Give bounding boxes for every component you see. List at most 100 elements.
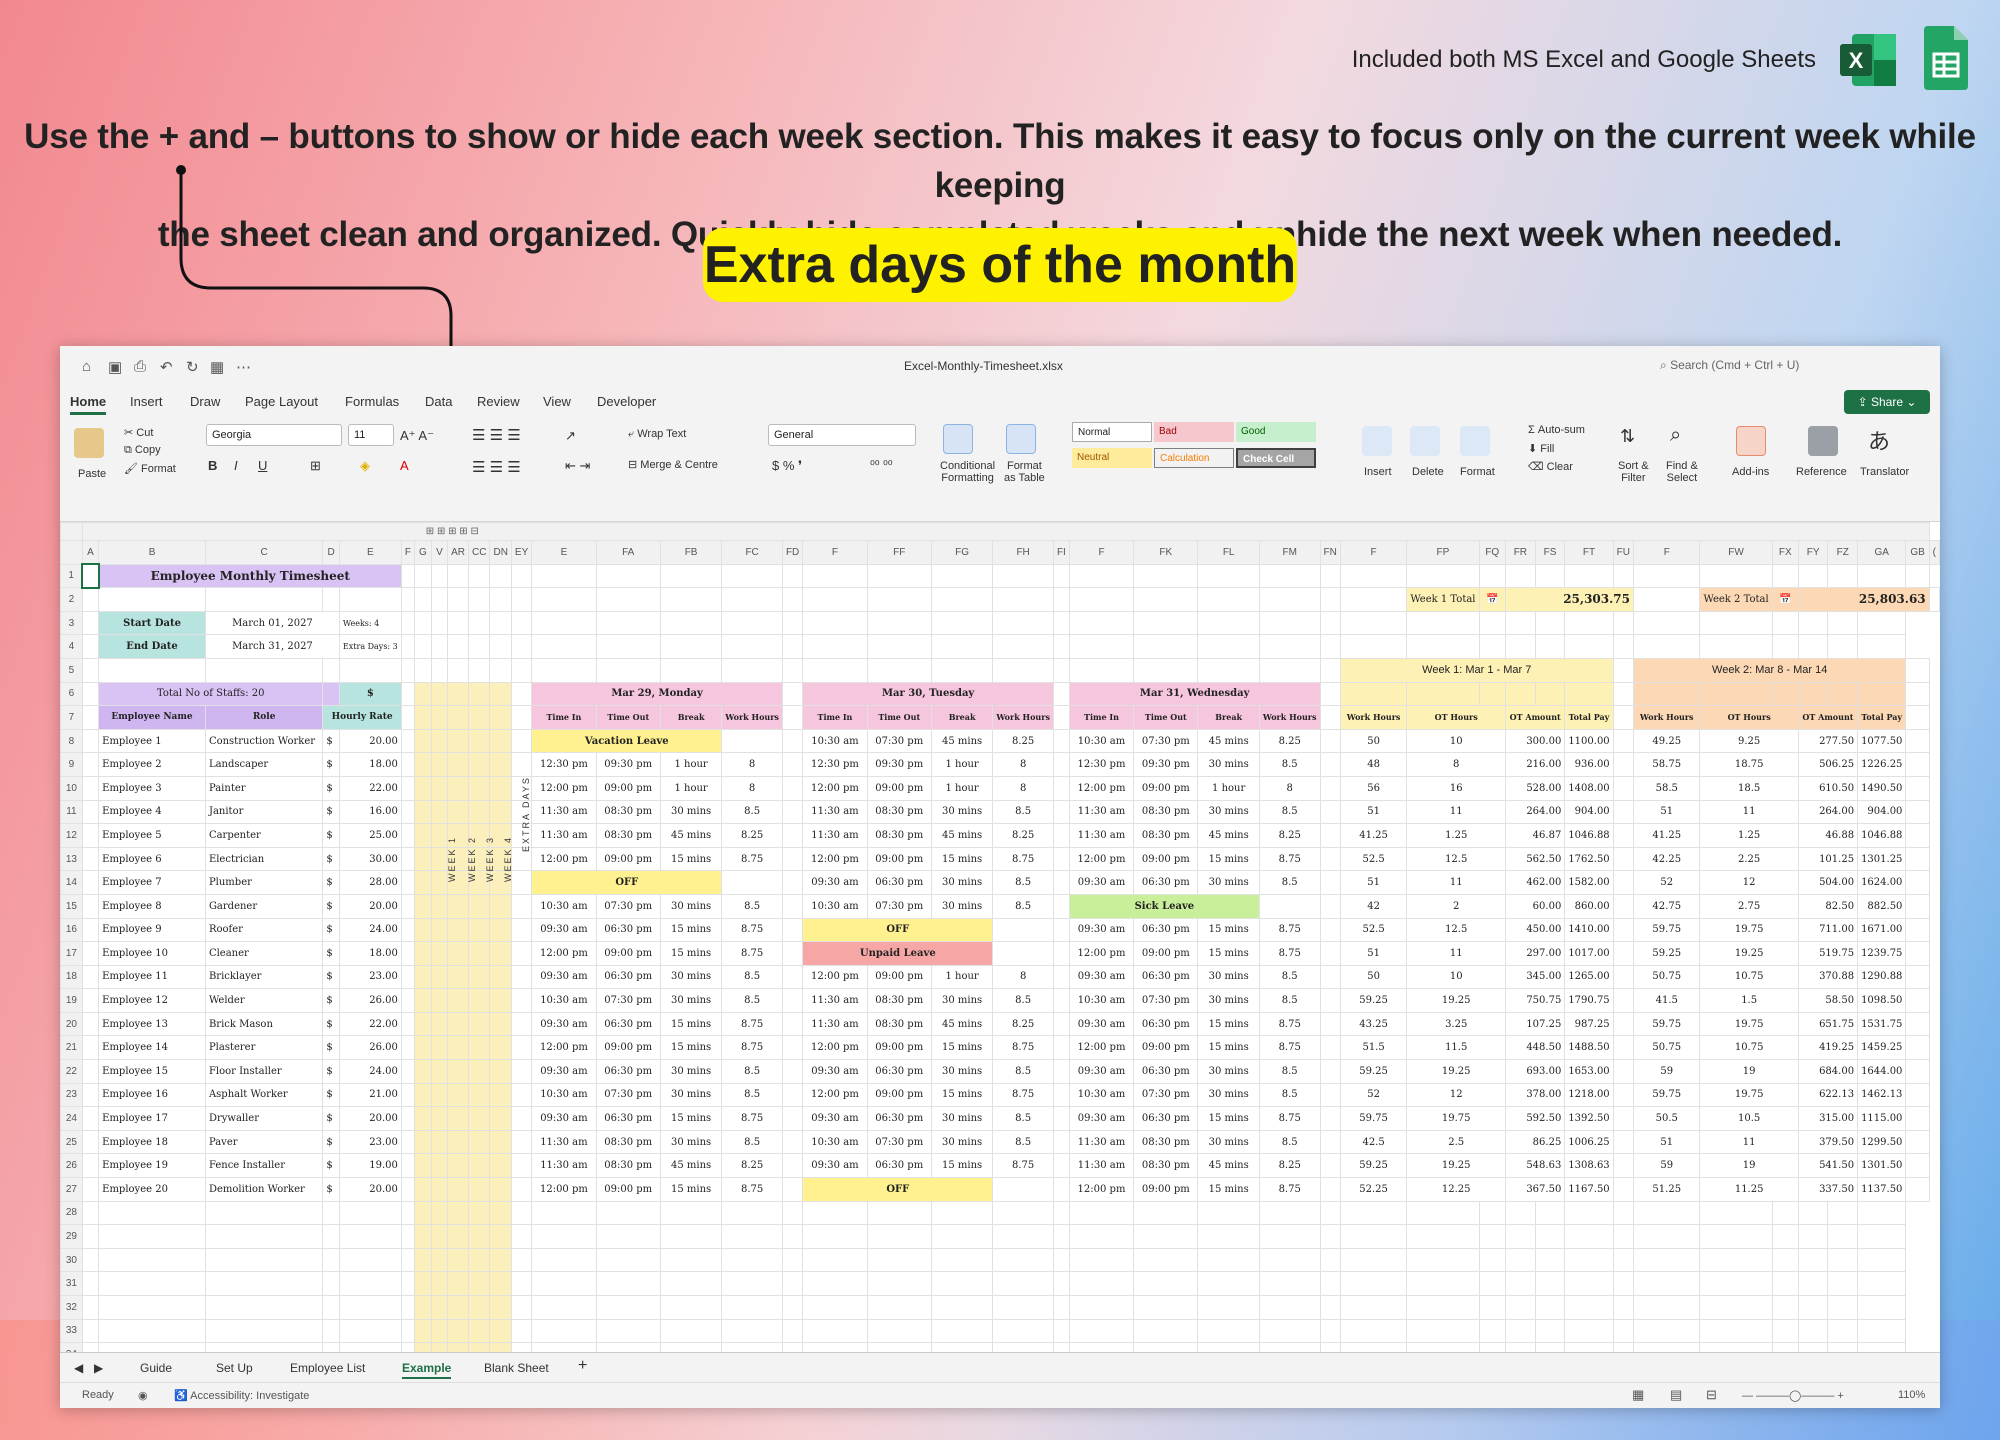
week-group-band[interactable] — [489, 917, 512, 943]
cell[interactable] — [489, 657, 512, 683]
cell[interactable] — [930, 1342, 994, 1352]
cell[interactable] — [802, 1247, 868, 1273]
employee-name[interactable]: Employee 11 — [98, 964, 206, 990]
cell[interactable] — [1699, 563, 1773, 589]
week-group-band[interactable] — [447, 752, 470, 777]
week-group-band[interactable] — [489, 1011, 512, 1037]
cell[interactable] — [1068, 1295, 1135, 1320]
day-time-cell[interactable]: 8.75 — [721, 941, 783, 966]
cell[interactable] — [1406, 1247, 1480, 1273]
number-format-select[interactable]: General — [768, 424, 916, 446]
cell[interactable] — [510, 1153, 533, 1179]
day-time-cell[interactable]: 08:30 pm — [595, 823, 661, 848]
cell[interactable] — [1699, 634, 1773, 659]
cell[interactable] — [510, 1318, 533, 1344]
employee-role[interactable]: Landscaper — [204, 752, 324, 777]
ot-amount[interactable]: 60.00 — [1505, 893, 1566, 919]
total-pay[interactable]: 1115.00 — [1857, 1106, 1907, 1131]
employee-role[interactable]: Plumber — [204, 870, 324, 895]
cell[interactable] — [1905, 1035, 1930, 1061]
cell[interactable] — [866, 610, 932, 636]
cell[interactable] — [1478, 1247, 1507, 1273]
currency[interactable]: $ — [322, 917, 340, 943]
cell[interactable] — [447, 1247, 470, 1273]
ot-amount[interactable]: 379.50 — [1797, 1129, 1859, 1155]
day-time-cell[interactable]: 12:00 pm — [1068, 775, 1135, 801]
sheet-tab-guide[interactable]: Guide — [140, 1361, 172, 1375]
cell[interactable] — [1905, 988, 1930, 1013]
tab-insert[interactable]: Insert — [130, 394, 163, 409]
summary-col-header[interactable]: OT Hours — [1699, 705, 1799, 730]
employee-role[interactable]: Painter — [204, 775, 324, 801]
hourly-rate[interactable]: 18.00 — [338, 752, 402, 777]
cell[interactable] — [1827, 1200, 1859, 1226]
cell[interactable] — [204, 657, 324, 683]
cell[interactable] — [930, 657, 994, 683]
ot-amount[interactable]: 541.50 — [1797, 1153, 1859, 1179]
week-group-band[interactable] — [413, 823, 432, 848]
cell[interactable] — [721, 610, 783, 636]
total-staff[interactable]: Total No of Staffs: 20 — [98, 681, 324, 707]
cell[interactable] — [1133, 1318, 1199, 1344]
cell[interactable] — [489, 634, 512, 659]
day-time-cell[interactable]: 09:00 pm — [866, 1082, 932, 1108]
cell[interactable] — [1052, 752, 1070, 777]
column-header[interactable]: FB — [659, 540, 723, 565]
hourly-rate[interactable]: 26.00 — [338, 988, 402, 1013]
share-button[interactable]: ⇪ Share ⌄ — [1844, 390, 1930, 414]
day-time-cell[interactable]: 06:30 pm — [1133, 1011, 1199, 1037]
cell[interactable] — [1564, 1271, 1614, 1296]
cell[interactable] — [1827, 634, 1859, 659]
cell[interactable] — [81, 1342, 100, 1352]
column-header[interactable]: FR — [1505, 540, 1536, 565]
cell[interactable] — [1478, 1295, 1507, 1320]
cell[interactable] — [468, 610, 491, 636]
cell[interactable] — [1319, 1129, 1341, 1155]
employee-name[interactable]: Employee 2 — [98, 752, 206, 777]
work-hours[interactable]: 41.25 — [1339, 823, 1408, 848]
cell[interactable] — [430, 705, 449, 730]
cell[interactable] — [1068, 1224, 1135, 1249]
day-time-cell[interactable]: 10:30 am — [802, 893, 868, 919]
cell[interactable] — [322, 1247, 340, 1273]
cell[interactable] — [1319, 1082, 1341, 1108]
column-header[interactable]: CC — [468, 540, 491, 565]
day-time-cell[interactable]: 8.5 — [1258, 870, 1321, 895]
day-time-cell[interactable]: 8.25 — [721, 823, 783, 848]
summary-col-header[interactable]: Work Hours — [1339, 705, 1408, 730]
total-pay[interactable]: 882.50 — [1857, 893, 1907, 919]
cell[interactable] — [1197, 1224, 1260, 1249]
cell[interactable] — [1052, 870, 1070, 895]
cell[interactable]: 27 — [60, 1177, 83, 1202]
reference-label[interactable]: Reference — [1796, 466, 1847, 478]
ot-hours[interactable]: 19.75 — [1699, 1082, 1799, 1108]
macro-record-icon[interactable]: ◉ — [138, 1389, 148, 1402]
cell[interactable] — [1052, 1106, 1070, 1131]
cell[interactable] — [1319, 1153, 1341, 1179]
cell[interactable] — [322, 681, 340, 707]
cell[interactable] — [1478, 610, 1507, 636]
cell[interactable] — [721, 870, 783, 895]
day-time-cell[interactable]: 15 mins — [930, 1035, 994, 1061]
sheet-table[interactable]: ⊞ ⊞ ⊞ ⊞ ⊟ A B C D E F G V AR CC DN EY E FA FB FC FD F FF FG F… — [60, 522, 1940, 1352]
column-header[interactable]: FT — [1564, 540, 1614, 565]
cell[interactable] — [1827, 1247, 1859, 1273]
cell[interactable] — [489, 1200, 512, 1226]
cell[interactable] — [1633, 681, 1701, 707]
cell[interactable] — [413, 681, 432, 707]
week-group-band[interactable] — [447, 988, 470, 1013]
indent-icon[interactable]: ⇤ ⇥ — [565, 458, 590, 474]
cell[interactable] — [81, 1035, 100, 1061]
cell[interactable] — [1612, 728, 1635, 754]
cell[interactable]: 19 — [60, 988, 83, 1013]
cell[interactable] — [430, 587, 449, 612]
cell[interactable] — [659, 634, 723, 659]
cell[interactable]: 33 — [60, 1318, 83, 1344]
decimal-icon[interactable]: ⁰⁰ ⁰⁰ — [870, 458, 893, 472]
cell[interactable] — [98, 1200, 206, 1226]
cell[interactable]: 34 — [60, 1342, 83, 1352]
currency[interactable]: $ — [322, 870, 340, 895]
cell[interactable] — [1052, 941, 1070, 966]
day-time-cell[interactable]: 10:30 am — [531, 1082, 597, 1108]
day-time-cell[interactable]: 8.5 — [721, 1059, 783, 1084]
